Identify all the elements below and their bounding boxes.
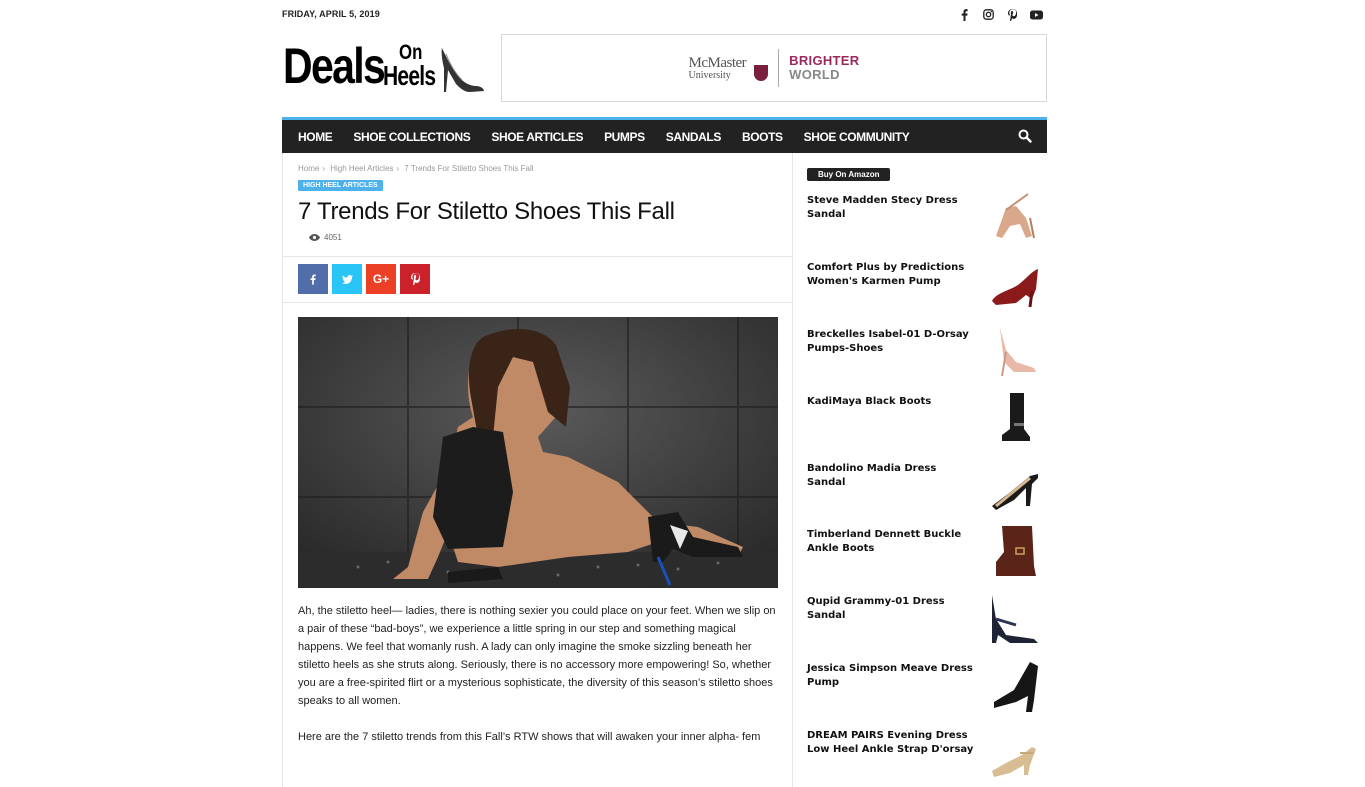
share-google-plus-button[interactable]: G+ [366, 264, 396, 294]
main-nav: HOME SHOE COLLECTIONS SHOE ARTICLES PUMP… [282, 117, 1047, 153]
product-image [1002, 393, 1030, 441]
view-count-value: 4051 [324, 233, 342, 242]
ad-divider [778, 49, 780, 87]
breadcrumb-separator: › [396, 164, 400, 173]
page-wrapper: FRIDAY, APRIL 5, 2019 Deals On Heels McM… [282, 0, 1047, 787]
sidebar-product[interactable]: KadiMaya Black Boots [807, 393, 1042, 450]
product-name[interactable]: DREAM PAIRS Evening Dress Low Heel Ankle… [807, 729, 977, 757]
stiletto-logo-icon [441, 48, 484, 92]
product-name[interactable]: Timberland Dennett Buckle Ankle Boots [807, 528, 977, 556]
facebook-icon [310, 273, 316, 285]
instagram-icon[interactable] [982, 8, 995, 21]
sidebar-product[interactable]: Bandolino Madia Dress Sandal [807, 462, 1042, 517]
product-image [996, 526, 1036, 576]
hero-image [298, 317, 778, 588]
facebook-icon[interactable] [958, 8, 971, 21]
product-image [992, 474, 1038, 510]
google-plus-icon: G+ [372, 272, 390, 286]
product-image [994, 662, 1038, 712]
share-pinterest-button[interactable] [400, 264, 430, 294]
product-image [992, 595, 1038, 643]
sidebar-product[interactable]: Jessica Simpson Meave Dress Pump [807, 662, 1042, 717]
product-image [1000, 328, 1036, 377]
breadcrumb: Home › High Heel Articles › 7 Trends For S… [298, 164, 537, 173]
nav-home[interactable]: HOME [298, 130, 333, 144]
sidebar-product[interactable]: Qupid Grammy-01 Dress Sandal [807, 595, 1042, 650]
article-paragraph: Here are the 7 stiletto trends from this… [298, 731, 761, 743]
page-title: 7 Trends For Stiletto Shoes This Fall [298, 198, 675, 225]
pinterest-icon[interactable] [1006, 8, 1019, 21]
sidebar-product[interactable]: Timberland Dennett Buckle Ankle Boots [807, 526, 1042, 583]
category-badge[interactable]: HIGH HEEL ARTICLES [298, 180, 383, 191]
nav-sandals[interactable]: SANDALS [666, 130, 722, 144]
product-image [992, 747, 1036, 777]
twitter-icon [341, 274, 353, 284]
breadcrumb-current: 7 Trends For Stiletto Shoes This Fall [404, 164, 534, 173]
breadcrumb-category[interactable]: High Heel Articles [330, 164, 393, 173]
logo-word-heels: Heels [383, 60, 436, 91]
nav-pumps[interactable]: PUMPS [604, 130, 645, 144]
nav-shoe-articles[interactable]: SHOE ARTICLES [491, 130, 583, 144]
pinterest-icon [410, 273, 420, 285]
share-twitter-button[interactable] [332, 264, 362, 294]
share-buttons: G+ [298, 264, 430, 294]
nav-boots[interactable]: BOOTS [742, 130, 783, 144]
sidebar-product[interactable]: Breckelles Isabel-01 D-Orsay Pumps-Shoes [807, 328, 1042, 383]
product-name[interactable]: KadiMaya Black Boots [807, 395, 977, 409]
article-column: Home › High Heel Articles › 7 Trends For S… [282, 153, 793, 787]
breadcrumb-home[interactable]: Home [298, 164, 319, 173]
logo-word-deals: Deals [283, 38, 386, 94]
sidebar-product[interactable]: Comfort Plus by Predictions Women's Karm… [807, 261, 1042, 316]
product-name[interactable]: Qupid Grammy-01 Dress Sandal [807, 595, 977, 623]
product-name[interactable]: Jessica Simpson Meave Dress Pump [807, 662, 977, 690]
social-links [958, 8, 1043, 21]
nav-shoe-community[interactable]: SHOE COMMUNITY [804, 130, 910, 144]
product-name[interactable]: Breckelles Isabel-01 D-Orsay Pumps-Shoes [807, 328, 977, 356]
product-image [992, 269, 1038, 308]
product-name[interactable]: Steve Madden Stecy Dress Sandal [807, 194, 977, 222]
eye-icon [309, 234, 320, 241]
sidebar: Buy On Amazon Steve Madden Stecy Dress S… [807, 153, 1047, 787]
article-body: Ah, the stiletto heel— ladies, there is … [298, 602, 778, 764]
share-facebook-button[interactable] [298, 264, 328, 294]
product-name[interactable]: Bandolino Madia Dress Sandal [807, 462, 977, 490]
ad-slogan-line2: WORLD [789, 67, 840, 82]
ad-university-name: McMaster [688, 54, 747, 71]
nav-shoe-collections[interactable]: SHOE COLLECTIONS [353, 130, 470, 144]
ad-university-sub: University [688, 69, 731, 81]
search-icon[interactable] [1018, 129, 1032, 148]
youtube-icon[interactable] [1030, 8, 1043, 21]
product-name[interactable]: Comfort Plus by Predictions Women's Karm… [807, 261, 977, 289]
ad-banner[interactable]: McMaster University BRIGHTER WORLD [501, 34, 1047, 102]
current-date: FRIDAY, APRIL 5, 2019 [282, 9, 380, 19]
divider [283, 302, 792, 303]
view-count: 4051 [309, 233, 342, 242]
mcmaster-ad: McMaster University BRIGHTER WORLD [689, 49, 860, 87]
site-logo[interactable]: Deals On Heels [282, 38, 487, 98]
divider [283, 256, 792, 257]
sidebar-header: Buy On Amazon [807, 168, 891, 181]
product-image [996, 193, 1035, 239]
article-paragraph: Ah, the stiletto heel— ladies, there is … [298, 605, 776, 707]
breadcrumb-separator: › [322, 164, 326, 173]
university-crest-icon [754, 65, 769, 81]
sidebar-product[interactable]: Steve Madden Stecy Dress Sandal [807, 193, 1042, 249]
sidebar-product[interactable]: DREAM PAIRS Evening Dress Low Heel Ankle… [807, 729, 1042, 784]
